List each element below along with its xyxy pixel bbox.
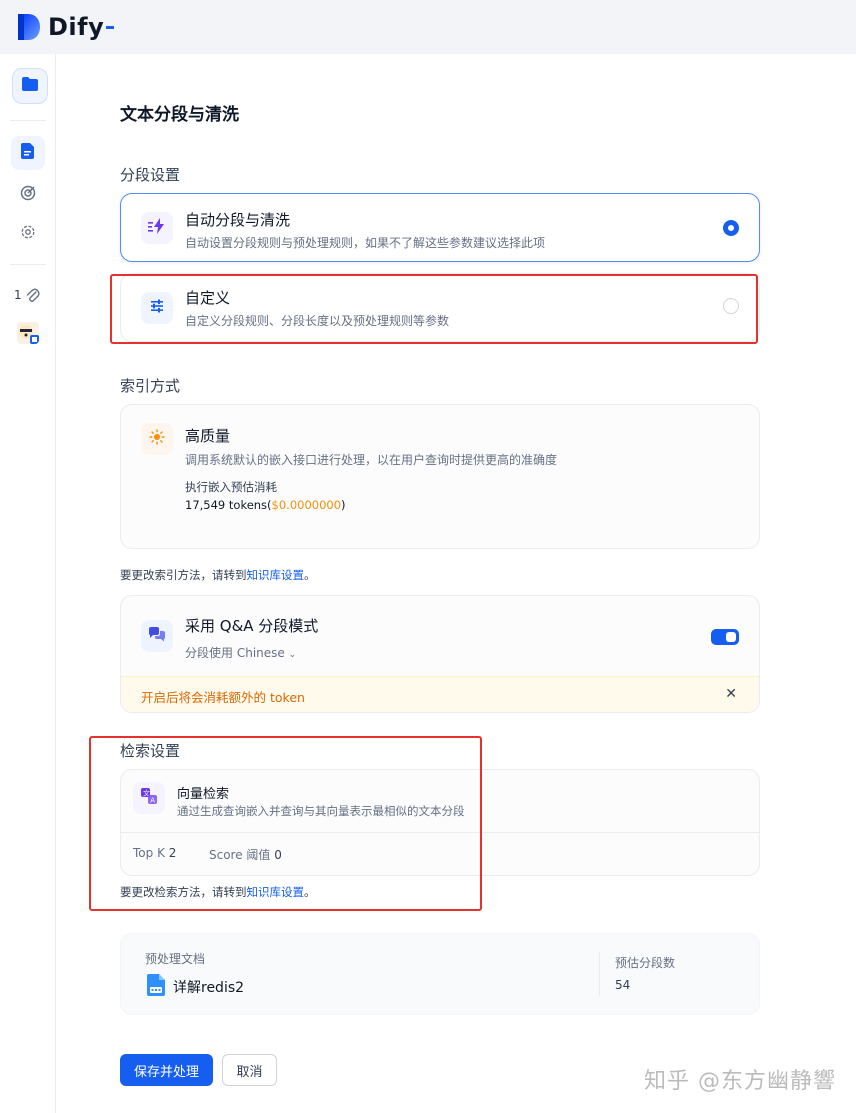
index-desc: 调用系统默认的嵌入接口进行处理，以在用户查询时提供更高的准确度 xyxy=(185,453,558,467)
top-k-value: 2 xyxy=(168,846,177,860)
retrieval-hint-suffix: 。 xyxy=(304,885,316,899)
index-settings-link[interactable]: 知识库设置 xyxy=(247,568,305,582)
attachment-count: 1 xyxy=(14,288,22,302)
gear-icon xyxy=(20,224,36,244)
preview-summary-card: 预处理文档 详解redis2 预估分段数 54 xyxy=(120,933,760,1015)
top-bar: Dify xyxy=(0,0,856,54)
page-title: 文本分段与清洗 xyxy=(120,105,239,125)
score-label: Score 阈值 xyxy=(209,848,271,862)
retrieval-icon-box: 文A xyxy=(133,782,165,814)
index-high-quality-card[interactable]: 高质量 调用系统默认的嵌入接口进行处理，以在用户查询时提供更高的准确度 执行嵌入… xyxy=(120,404,760,549)
retrieval-title: 向量检索 xyxy=(177,787,230,802)
chevron-down-icon: ⌄ xyxy=(288,650,297,660)
document-icon xyxy=(21,143,35,163)
option-automatic[interactable]: 自动分段与清洗 自动设置分段规则与预处理规则，如果不了解这些参数建议选择此项 xyxy=(120,193,760,262)
lightning-icon xyxy=(148,218,166,238)
score-threshold: Score 阈值 0 xyxy=(209,846,282,863)
index-hint-text: 要更改索引方法，请转到 xyxy=(120,568,247,582)
logo[interactable]: Dify xyxy=(16,12,115,42)
toggle-knob xyxy=(726,632,736,642)
custom-option-icon-box xyxy=(141,292,173,324)
retrieval-card: 文A 向量检索 通过生成查询嵌入并查询与其向量表示最相似的文本分段 Top K … xyxy=(120,769,760,876)
qa-warning-text: 开启后将会消耗额外的 token xyxy=(141,690,305,705)
top-k: Top K 2 xyxy=(133,846,176,860)
index-title: 高质量 xyxy=(185,427,231,445)
save-and-process-button[interactable]: 保存并处理 xyxy=(120,1054,213,1086)
logo-cursor xyxy=(106,25,115,29)
index-section-title: 索引方式 xyxy=(120,377,181,395)
retrieval-hint: 要更改检索方法，请转到知识库设置。 xyxy=(120,884,316,900)
retrieval-settings-link[interactable]: 知识库设置 xyxy=(247,885,305,899)
qa-language-value: Chinese xyxy=(236,646,285,660)
sidebar-hit-testing-button[interactable] xyxy=(11,178,45,212)
sidebar-divider xyxy=(10,264,46,265)
preview-count-value: 54 xyxy=(615,978,631,992)
qa-language-prefix: 分段使用 xyxy=(185,646,234,660)
index-icon-box xyxy=(141,423,173,455)
qa-toggle[interactable] xyxy=(711,629,739,645)
retrieval-section-title: 检索设置 xyxy=(120,742,181,760)
option-custom[interactable]: 自定义 自定义分段规则、分段长度以及预处理规则等参数 xyxy=(120,273,760,342)
token-price: $0.0000000 xyxy=(271,498,342,512)
preview-divider xyxy=(599,952,600,996)
option-automatic-radio[interactable] xyxy=(723,220,739,236)
dify-logo-icon xyxy=(16,12,42,42)
document-file-icon xyxy=(147,974,165,1000)
automatic-option-icon-box xyxy=(141,212,173,244)
preview-count-label: 预估分段数 xyxy=(615,956,676,970)
cost-value: 17,549 tokens($0.0000000) xyxy=(185,498,346,512)
qa-language[interactable]: 分段使用 Chinese ⌄ xyxy=(185,644,296,661)
retrieval-divider xyxy=(121,832,759,833)
option-automatic-title: 自动分段与清洗 xyxy=(185,211,291,229)
score-value: 0 xyxy=(274,848,282,862)
option-custom-desc: 自定义分段规则、分段长度以及预处理规则等参数 xyxy=(185,314,450,328)
close-icon[interactable]: ✕ xyxy=(725,686,737,702)
qa-warning-bar: 开启后将会消耗额外的 token ✕ xyxy=(121,676,759,712)
index-hint-suffix: 。 xyxy=(304,568,316,582)
watermark: 知乎 @东方幽静響 xyxy=(644,1069,836,1094)
cancel-button[interactable]: 取消 xyxy=(222,1054,277,1086)
paperclip-icon[interactable] xyxy=(26,288,40,308)
chat-bubbles-icon xyxy=(148,626,166,646)
preview-doc-name[interactable]: 详解redis2 xyxy=(173,977,244,997)
retrieval-desc: 通过生成查询嵌入并查询与其向量表示最相似的文本分段 xyxy=(177,804,465,818)
retrieval-hint-text: 要更改检索方法，请转到 xyxy=(120,885,247,899)
sidebar-dataset-button[interactable] xyxy=(12,68,48,104)
token-close: ) xyxy=(341,498,346,512)
preview-doc-label: 预处理文档 xyxy=(145,952,206,966)
cost-label: 执行嵌入预估消耗 xyxy=(185,480,277,494)
sun-icon xyxy=(149,429,165,449)
target-icon xyxy=(20,185,36,205)
sidebar: 1 xyxy=(0,54,56,1113)
svg-text:A: A xyxy=(150,797,155,805)
index-hint: 要更改索引方法，请转到知识库设置。 xyxy=(120,567,316,583)
option-automatic-desc: 自动设置分段规则与预处理规则，如果不了解这些参数建议选择此项 xyxy=(185,236,546,250)
option-custom-title: 自定义 xyxy=(185,289,231,307)
folder-icon xyxy=(21,76,39,96)
segmentation-section-title: 分段设置 xyxy=(120,166,181,184)
qa-mode-card: 采用 Q&A 分段模式 分段使用 Chinese ⌄ 开启后将会消耗额外的 to… xyxy=(120,595,760,713)
token-count: 17,549 tokens( xyxy=(185,498,272,512)
sliders-icon xyxy=(149,298,165,318)
qa-icon-box xyxy=(141,620,173,652)
app-name: Dify xyxy=(48,13,105,41)
sidebar-divider xyxy=(10,120,46,121)
sidebar-documents-button[interactable] xyxy=(11,136,45,170)
top-k-label: Top K xyxy=(133,846,165,860)
avatar[interactable] xyxy=(17,322,39,344)
option-custom-radio[interactable] xyxy=(723,298,739,314)
qa-title: 采用 Q&A 分段模式 xyxy=(185,617,319,635)
vector-search-icon: 文A xyxy=(141,788,157,808)
main-content: 文本分段与清洗 分段设置 自动分段与清洗 自动设置分段规则与预处理规则，如果不了… xyxy=(56,54,856,1113)
sidebar-settings-button[interactable] xyxy=(11,217,45,251)
